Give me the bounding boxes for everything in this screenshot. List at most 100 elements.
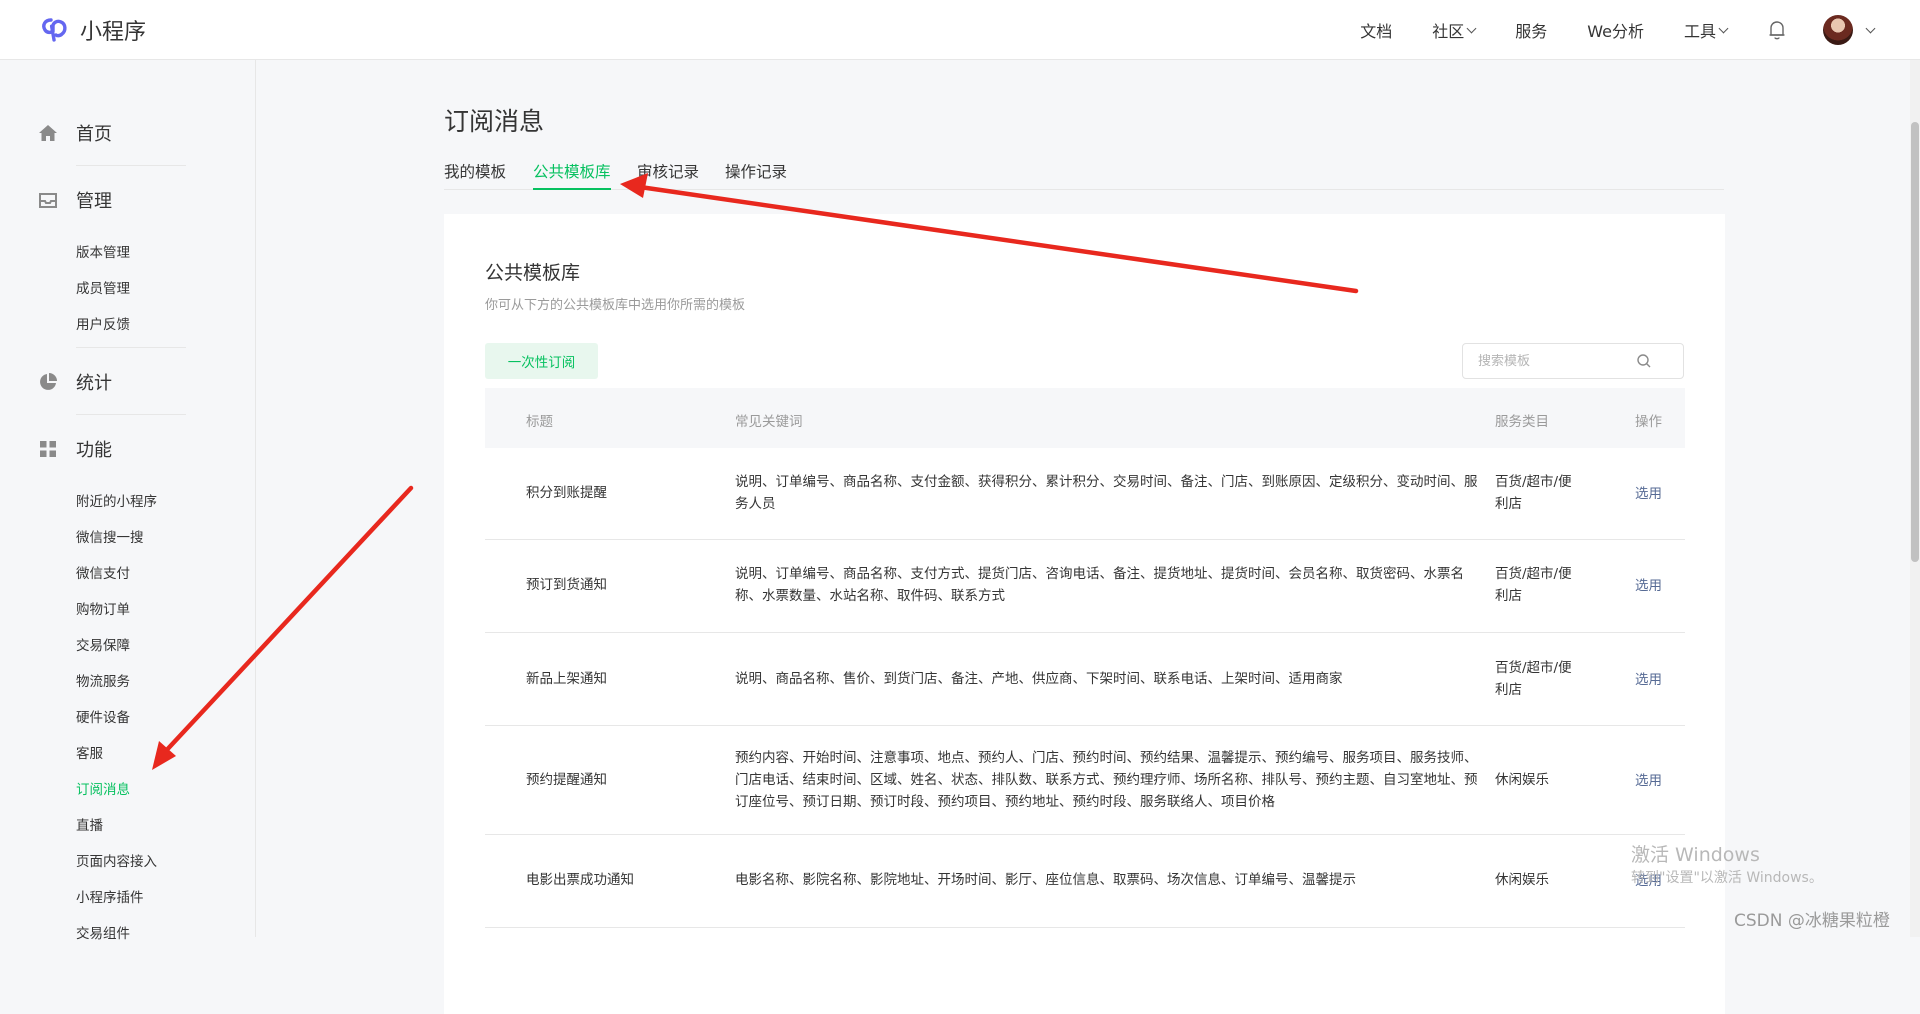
home-icon	[39, 125, 57, 141]
row-title: 预订到货通知	[526, 577, 607, 593]
avatar[interactable]	[1823, 15, 1853, 45]
sidebar-subitem-shopping-orders[interactable]: 购物订单	[76, 598, 130, 618]
sidebar-subitem-members[interactable]: 成员管理	[76, 277, 130, 297]
tab-my-templates[interactable]: 我的模板	[444, 160, 506, 190]
sidebar-subitem-version[interactable]: 版本管理	[76, 241, 130, 261]
sidebar-item-manage[interactable]: 管理	[38, 187, 112, 213]
sidebar-divider	[76, 165, 186, 166]
header-action: 操作	[1635, 414, 1662, 430]
sidebar-divider	[76, 347, 186, 348]
sidebar-subitem-wechat-search[interactable]: 微信搜一搜	[76, 526, 144, 546]
sidebar-item-label: 管理	[76, 191, 112, 212]
windows-activation-hint: 转到"设置"以激活 Windows。	[1631, 870, 1823, 886]
row-title: 积分到账提醒	[526, 485, 607, 501]
nav-services-label: 服务	[1515, 22, 1548, 41]
windows-activation-watermark: 激活 Windows	[1631, 844, 1760, 866]
chevron-down-icon[interactable]	[1865, 23, 1876, 33]
card-title: 公共模板库	[485, 262, 581, 284]
sidebar-subitem-live[interactable]: 直播	[76, 814, 103, 834]
row-keywords: 预约内容、开始时间、注意事项、地点、预约人、门店、预约时间、预约结果、温馨提示、…	[735, 750, 1478, 810]
template-library-card: 公共模板库 你可从下方的公共模板库中选用你所需的模板 一次性订阅 标题 常见关键…	[444, 214, 1725, 1014]
nav-docs[interactable]: 文档	[1360, 18, 1392, 42]
sidebar-divider	[76, 414, 186, 415]
sidebar-subitem-plugins[interactable]: 小程序插件	[76, 886, 144, 906]
chevron-down-icon	[1718, 23, 1729, 33]
nav-docs-label: 文档	[1360, 22, 1393, 41]
grid-icon	[40, 441, 56, 457]
row-category: 百货/超市/便利店	[1495, 474, 1572, 512]
tab-public-library[interactable]: 公共模板库	[533, 160, 611, 190]
nav-community-label: 社区	[1432, 22, 1465, 41]
tab-operation-records[interactable]: 操作记录	[725, 160, 787, 190]
search-icon[interactable]	[1636, 353, 1652, 369]
sidebar-subitem-subscribe-message[interactable]: 订阅消息	[76, 778, 130, 798]
sidebar-item-label: 功能	[76, 440, 112, 461]
page-title: 订阅消息	[444, 107, 545, 136]
table-row: 预约提醒通知 预约内容、开始时间、注意事项、地点、预约人、门店、预约时间、预约结…	[485, 726, 1685, 835]
csdn-watermark: CSDN @冰糖果粒橙	[1734, 911, 1890, 931]
mini-program-logo-icon	[42, 18, 67, 42]
template-table: 标题 常见关键词 服务类目 操作 积分到账提醒 说明、订单编号、商品名称、支付金…	[485, 388, 1685, 928]
row-keywords: 说明、商品名称、售价、到货门店、备注、产地、供应商、下架时间、联系电话、上架时间…	[735, 671, 1343, 687]
inbox-icon	[39, 193, 57, 208]
sidebar-subitem-hardware[interactable]: 硬件设备	[76, 706, 130, 726]
sidebar-subitem-page-content[interactable]: 页面内容接入	[76, 850, 157, 870]
sidebar-item-label: 统计	[76, 373, 112, 394]
row-keywords: 说明、订单编号、商品名称、支付金额、获得积分、累计积分、交易时间、备注、门店、到…	[735, 474, 1478, 512]
nav-we-analytics[interactable]: We分析	[1587, 18, 1644, 42]
sidebar-subitem-trade-components[interactable]: 交易组件	[76, 922, 130, 942]
sidebar-item-stats[interactable]: 统计	[38, 369, 112, 395]
chevron-down-icon	[1466, 23, 1477, 33]
sidebar-subitem-wechat-pay[interactable]: 微信支付	[76, 562, 130, 582]
page-scrollbar[interactable]	[1910, 60, 1920, 937]
top-bar: 小程序 文档 社区 服务 We分析 工具	[0, 0, 1920, 60]
card-description: 你可从下方的公共模板库中选用你所需的模板	[485, 298, 746, 313]
select-button[interactable]: 选用	[1635, 669, 1662, 691]
logo[interactable]: 小程序	[38, 14, 146, 46]
app-title: 小程序	[80, 20, 147, 45]
bell-icon[interactable]	[1767, 19, 1787, 41]
table-row: 新品上架通知 说明、商品名称、售价、到货门店、备注、产地、供应商、下架时间、联系…	[485, 633, 1685, 726]
search-box[interactable]	[1462, 343, 1684, 379]
row-title: 预约提醒通知	[526, 772, 607, 788]
row-keywords: 说明、订单编号、商品名称、支付方式、提货门店、咨询电话、备注、提货地址、提货时间…	[735, 566, 1464, 604]
search-input[interactable]	[1478, 353, 1628, 369]
table-header: 标题 常见关键词 服务类目 操作	[485, 388, 1685, 448]
table-row: 积分到账提醒 说明、订单编号、商品名称、支付金额、获得积分、累计积分、交易时间、…	[485, 448, 1685, 540]
row-category: 休闲娱乐	[1495, 772, 1549, 788]
sidebar-subitem-trade-guarantee[interactable]: 交易保障	[76, 634, 130, 654]
select-button[interactable]: 选用	[1635, 770, 1662, 792]
row-title: 电影出票成功通知	[526, 872, 634, 888]
select-button[interactable]: 选用	[1635, 575, 1662, 597]
row-keywords: 电影名称、影院名称、影院地址、开场时间、影厅、座位信息、取票码、场次信息、订单编…	[735, 872, 1356, 888]
top-nav: 文档 社区 服务 We分析 工具	[1320, 0, 1876, 60]
header-title: 标题	[526, 414, 553, 430]
pie-chart-icon	[40, 373, 57, 390]
sidebar-subitem-logistics[interactable]: 物流服务	[76, 670, 130, 690]
table-row: 预订到货通知 说明、订单编号、商品名称、支付方式、提货门店、咨询电话、备注、提货…	[485, 540, 1685, 633]
row-category: 百货/超市/便利店	[1495, 660, 1572, 698]
row-category: 休闲娱乐	[1495, 872, 1549, 888]
nav-services[interactable]: 服务	[1515, 18, 1547, 42]
header-category: 服务类目	[1495, 414, 1549, 430]
table-row: 电影出票成功通知 电影名称、影院名称、影院地址、开场时间、影厅、座位信息、取票码…	[485, 835, 1685, 928]
row-category: 百货/超市/便利店	[1495, 566, 1572, 604]
row-title: 新品上架通知	[526, 671, 607, 687]
select-button[interactable]: 选用	[1635, 483, 1662, 505]
tab-bar: 我的模板 公共模板库 审核记录 操作记录	[444, 160, 1724, 190]
sidebar-item-features[interactable]: 功能	[38, 436, 112, 462]
sidebar-subitem-customer-service[interactable]: 客服	[76, 742, 103, 762]
sidebar-subitem-feedback[interactable]: 用户反馈	[76, 313, 130, 333]
sidebar-item-label: 首页	[76, 124, 112, 145]
sidebar-subitem-nearby[interactable]: 附近的小程序	[76, 490, 157, 510]
header-keywords: 常见关键词	[735, 414, 803, 430]
sidebar-item-home[interactable]: 首页	[38, 120, 112, 146]
one-time-subscribe-button[interactable]: 一次性订阅	[485, 343, 598, 379]
nav-community[interactable]: 社区	[1432, 18, 1477, 42]
nav-we-analytics-label: We分析	[1587, 22, 1644, 41]
sidebar: 首页 管理 版本管理 成员管理 用户反馈 统计 功能 附近的小程序 微信搜一搜 …	[0, 60, 256, 942]
nav-tools-label: 工具	[1683, 22, 1716, 41]
nav-tools[interactable]: 工具	[1683, 18, 1729, 42]
tab-review-records[interactable]: 审核记录	[637, 160, 699, 190]
scrollbar-thumb[interactable]	[1911, 122, 1919, 562]
